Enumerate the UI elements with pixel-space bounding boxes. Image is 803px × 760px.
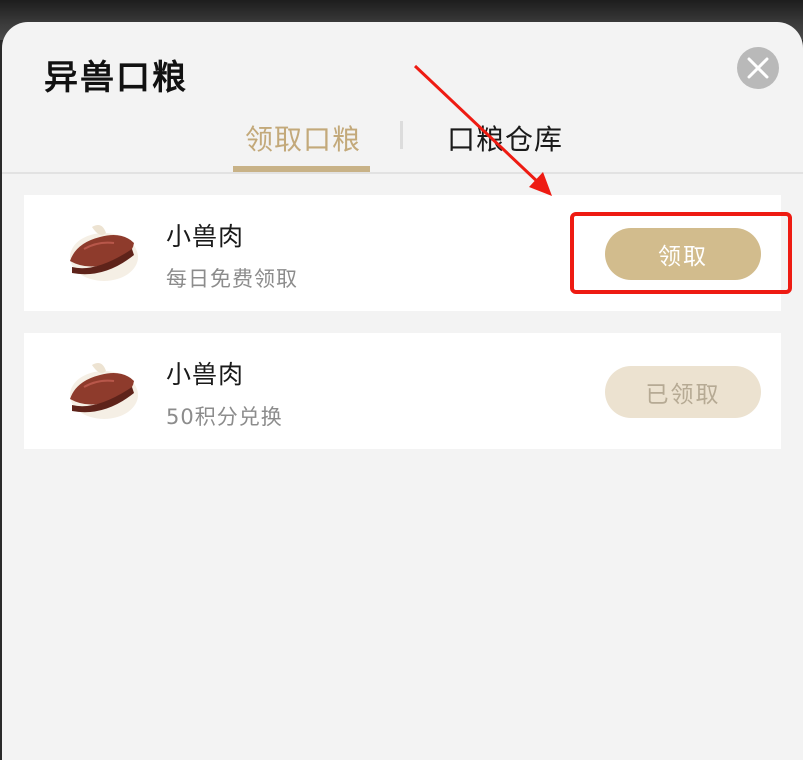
annotation-arrow-icon: [413, 64, 552, 196]
